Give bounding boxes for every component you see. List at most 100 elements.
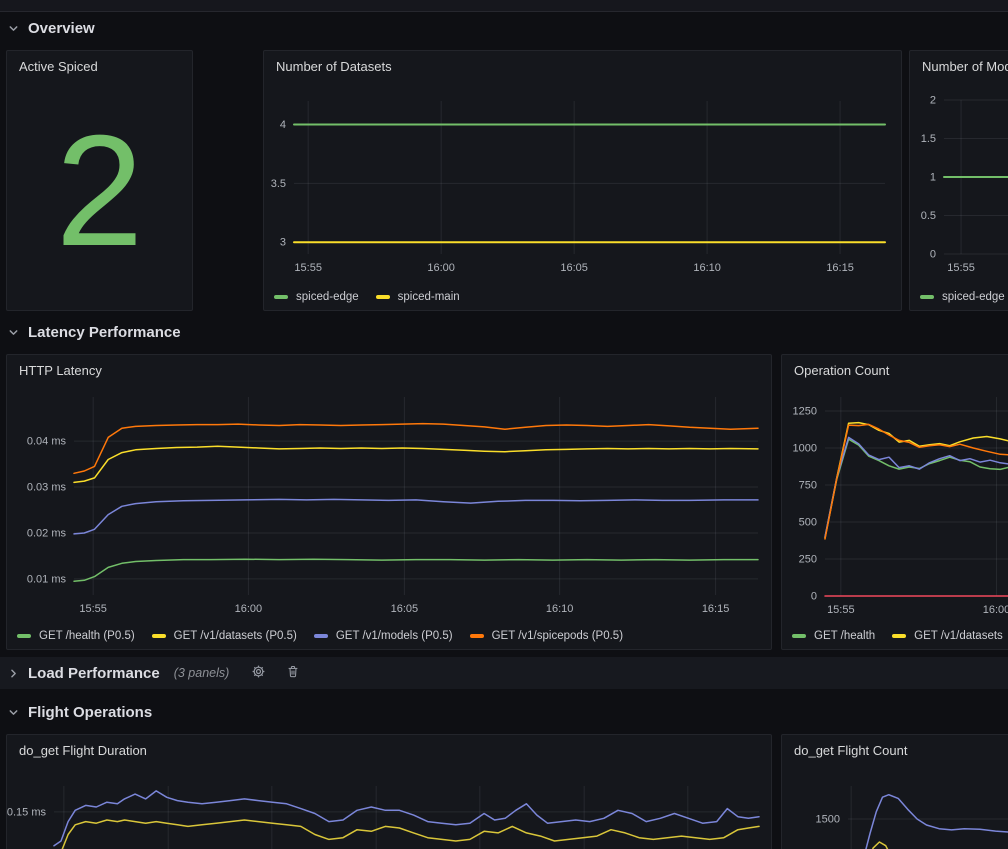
svg-text:0.04 ms: 0.04 ms <box>27 436 67 448</box>
legend-item[interactable]: GET /health (P0.5) <box>17 630 135 642</box>
panel-title[interactable]: Active Spiced <box>19 59 98 74</box>
panel-http-latency: HTTP Latency 15:5516:0016:0516:1016:150.… <box>6 354 772 650</box>
legend-label: spiced-edge <box>942 291 1005 303</box>
panel-number-of-datasets: Number of Datasets 15:5516:0016:0516:101… <box>263 50 902 311</box>
section-title: Latency Performance <box>28 324 181 341</box>
svg-text:16:00: 16:00 <box>427 262 455 274</box>
svg-text:1250: 1250 <box>793 406 817 418</box>
svg-text:0: 0 <box>930 249 936 261</box>
chart-number-of-datasets[interactable]: 15:55 16:00 16:05 16:10 16:15 3 3.5 4 <box>264 79 901 284</box>
big-number-value: 2 <box>7 75 192 306</box>
legend: GET /health (P0.5) GET /v1/datasets (P0.5… <box>17 630 769 642</box>
svg-text:0.5: 0.5 <box>921 210 936 222</box>
svg-text:500: 500 <box>799 517 817 529</box>
chevron-down-icon <box>8 327 19 338</box>
legend: spiced-edge spiced-main <box>274 291 899 303</box>
svg-text:16:15: 16:15 <box>826 262 854 274</box>
legend-item[interactable]: GET /v1/spicepods (P0.5) <box>470 630 623 642</box>
section-title: Overview <box>28 20 95 37</box>
top-bar <box>0 0 1008 12</box>
svg-text:15:55: 15:55 <box>947 262 975 274</box>
svg-text:0.02 ms: 0.02 ms <box>27 527 67 539</box>
svg-text:3: 3 <box>280 237 286 249</box>
svg-text:16:10: 16:10 <box>546 603 574 615</box>
legend-swatch <box>470 634 484 638</box>
svg-text:16:10: 16:10 <box>693 262 721 274</box>
panel-do-get-flight-count: do_get Flight Count 1500 <box>781 734 1008 849</box>
section-header-load-performance[interactable]: Load Performance (3 panels) <box>0 657 1008 689</box>
section-header-latency-performance[interactable]: Latency Performance <box>8 321 181 343</box>
legend-label: spiced-main <box>398 291 460 303</box>
svg-text:15:55: 15:55 <box>294 262 322 274</box>
chevron-down-icon <box>8 707 19 718</box>
panel-title[interactable]: Operation Count <box>794 363 889 378</box>
panel-operation-count: Operation Count 15:5516:0016:05025050075… <box>781 354 1008 650</box>
chart-do-get-flight-duration[interactable]: 0.15 ms <box>7 763 771 849</box>
legend-swatch <box>17 634 31 638</box>
chart-number-of-models[interactable]: 15:5516:0000.511.52 <box>910 79 1008 284</box>
legend-label: spiced-edge <box>296 291 359 303</box>
panel-title[interactable]: Number of Datasets <box>276 59 392 74</box>
section-title: Load Performance <box>28 665 160 682</box>
svg-text:0.01 ms: 0.01 ms <box>27 573 67 585</box>
svg-text:250: 250 <box>799 554 817 566</box>
legend-item[interactable]: spiced-edge <box>920 291 1005 303</box>
svg-text:1000: 1000 <box>793 443 817 455</box>
grafana-dashboard: Overview Active Spiced 2 Number of Datas… <box>0 0 1008 849</box>
legend-label: GET /health (P0.5) <box>39 630 135 642</box>
legend-label: GET /v1/spicepods (P0.5) <box>492 630 623 642</box>
svg-text:1.5: 1.5 <box>921 133 936 145</box>
legend-swatch <box>920 295 934 299</box>
legend-item[interactable]: GET /v1/datasets <box>892 630 1003 642</box>
panel-title[interactable]: Number of Models <box>922 59 1008 74</box>
row-delete-button[interactable] <box>286 664 300 682</box>
legend-item[interactable]: GET /health <box>792 630 875 642</box>
svg-text:15:55: 15:55 <box>827 604 855 616</box>
svg-text:0.03 ms: 0.03 ms <box>27 482 67 494</box>
legend-swatch <box>152 634 166 638</box>
panel-title[interactable]: do_get Flight Duration <box>19 743 147 758</box>
row-settings-button[interactable] <box>251 664 266 682</box>
section-header-overview[interactable]: Overview <box>8 17 95 39</box>
svg-text:16:05: 16:05 <box>560 262 588 274</box>
svg-text:16:05: 16:05 <box>391 603 419 615</box>
panel-active-spiced: Active Spiced 2 <box>6 50 193 311</box>
svg-text:0.15 ms: 0.15 ms <box>7 806 46 818</box>
chevron-down-icon <box>8 23 19 34</box>
legend-swatch <box>892 634 906 638</box>
legend-swatch <box>274 295 288 299</box>
svg-text:1500: 1500 <box>816 813 840 825</box>
chart-operation-count[interactable]: 15:5516:0016:05025050075010001250 <box>782 383 1008 619</box>
legend-swatch <box>792 634 806 638</box>
legend-label: GET /v1/datasets (P0.5) <box>174 630 297 642</box>
gear-icon <box>251 664 266 682</box>
legend-label: GET /v1/models (P0.5) <box>336 630 453 642</box>
legend-item[interactable]: spiced-main <box>376 291 460 303</box>
svg-text:0: 0 <box>811 591 817 603</box>
legend-swatch <box>376 295 390 299</box>
panel-title[interactable]: do_get Flight Count <box>794 743 907 758</box>
svg-text:16:15: 16:15 <box>702 603 730 615</box>
svg-text:2: 2 <box>930 95 936 107</box>
section-header-flight-operations[interactable]: Flight Operations <box>8 701 152 723</box>
chart-http-latency[interactable]: 15:5516:0016:0516:1016:150.01 ms0.02 ms0… <box>7 383 771 619</box>
legend-item[interactable]: GET /v1/datasets (P0.5) <box>152 630 297 642</box>
chevron-right-icon <box>8 668 19 679</box>
legend-item[interactable]: GET /v1/models (P0.5) <box>314 630 453 642</box>
section-title: Flight Operations <box>28 704 152 721</box>
trash-icon <box>286 664 300 682</box>
legend-item[interactable]: spiced-edge <box>274 291 359 303</box>
panel-number-of-models: Number of Models 15:5516:0000.511.52 spi… <box>909 50 1008 311</box>
panel-title[interactable]: HTTP Latency <box>19 363 102 378</box>
svg-text:4: 4 <box>280 119 286 131</box>
svg-text:1: 1 <box>930 172 936 184</box>
svg-text:16:00: 16:00 <box>983 604 1008 616</box>
legend: GET /health GET /v1/datasets <box>792 630 1008 642</box>
svg-text:3.5: 3.5 <box>271 178 286 190</box>
panels-count: (3 panels) <box>174 666 230 680</box>
chart-do-get-flight-count[interactable]: 1500 <box>782 763 1008 849</box>
legend-label: GET /v1/datasets <box>914 630 1003 642</box>
legend-swatch <box>314 634 328 638</box>
legend: spiced-edge <box>920 291 1008 303</box>
svg-text:750: 750 <box>799 480 817 492</box>
